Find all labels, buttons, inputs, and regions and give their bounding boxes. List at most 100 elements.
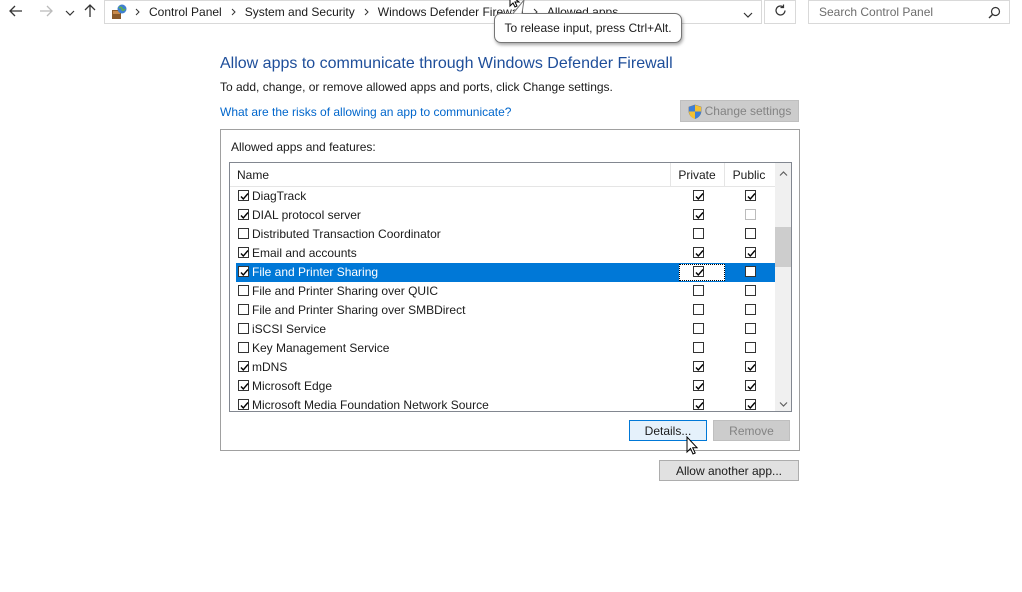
app-enabled-checkbox-box[interactable] bbox=[238, 285, 249, 296]
private-checkbox-box[interactable] bbox=[693, 361, 704, 372]
public-checkbox-box[interactable] bbox=[745, 266, 756, 277]
private-checkbox-box[interactable] bbox=[693, 323, 704, 334]
app-enabled-checkbox[interactable] bbox=[238, 323, 249, 334]
public-checkbox-box[interactable] bbox=[745, 209, 756, 220]
up-button[interactable] bbox=[80, 2, 100, 22]
app-row[interactable]: File and Printer Sharing over QUIC bbox=[230, 282, 775, 301]
public-checkbox[interactable] bbox=[745, 266, 756, 277]
vertical-scrollbar[interactable] bbox=[775, 163, 791, 411]
public-checkbox[interactable] bbox=[745, 285, 756, 296]
public-checkbox[interactable] bbox=[745, 209, 756, 220]
public-checkbox[interactable] bbox=[745, 247, 756, 258]
recent-locations-button[interactable] bbox=[60, 2, 80, 22]
app-enabled-checkbox[interactable] bbox=[238, 190, 249, 201]
app-enabled-checkbox-box[interactable] bbox=[238, 342, 249, 353]
risks-link[interactable]: What are the risks of allowing an app to… bbox=[220, 105, 511, 119]
app-enabled-checkbox[interactable] bbox=[238, 285, 249, 296]
private-checkbox[interactable] bbox=[693, 190, 704, 201]
public-checkbox[interactable] bbox=[745, 304, 756, 315]
app-row[interactable]: DIAL protocol server bbox=[230, 206, 775, 225]
forward-button[interactable] bbox=[36, 2, 56, 22]
address-dropdown-icon[interactable] bbox=[743, 7, 753, 21]
app-row[interactable]: File and Printer Sharing over SMBDirect bbox=[230, 301, 775, 320]
breadcrumb-separator[interactable] bbox=[364, 8, 369, 16]
app-enabled-checkbox[interactable] bbox=[238, 342, 249, 353]
app-row[interactable]: Email and accounts bbox=[230, 244, 775, 263]
app-enabled-checkbox-box[interactable] bbox=[238, 323, 249, 334]
app-enabled-checkbox[interactable] bbox=[238, 266, 249, 277]
private-checkbox-box[interactable] bbox=[693, 190, 704, 201]
public-checkbox-box[interactable] bbox=[745, 399, 756, 410]
private-checkbox-box[interactable] bbox=[693, 285, 704, 296]
app-enabled-checkbox-box[interactable] bbox=[238, 304, 249, 315]
public-checkbox[interactable] bbox=[745, 190, 756, 201]
search-input[interactable] bbox=[817, 4, 985, 20]
public-checkbox[interactable] bbox=[745, 380, 756, 391]
column-header-private[interactable]: Private bbox=[670, 163, 724, 186]
search-icon[interactable] bbox=[988, 6, 1001, 22]
search-box[interactable] bbox=[808, 0, 1010, 24]
app-enabled-checkbox-box[interactable] bbox=[238, 399, 249, 410]
private-checkbox-box[interactable] bbox=[693, 399, 704, 410]
app-enabled-checkbox-box[interactable] bbox=[238, 209, 249, 220]
app-enabled-checkbox[interactable] bbox=[238, 247, 249, 258]
app-row[interactable]: mDNS bbox=[230, 358, 775, 377]
back-button[interactable] bbox=[6, 2, 26, 22]
app-enabled-checkbox-box[interactable] bbox=[238, 380, 249, 391]
app-enabled-checkbox-box[interactable] bbox=[238, 266, 249, 277]
private-checkbox[interactable] bbox=[693, 304, 704, 315]
private-checkbox[interactable] bbox=[693, 380, 704, 391]
public-checkbox[interactable] bbox=[745, 342, 756, 353]
public-checkbox-box[interactable] bbox=[745, 247, 756, 258]
app-enabled-checkbox-box[interactable] bbox=[238, 361, 249, 372]
breadcrumb-separator[interactable] bbox=[231, 8, 236, 16]
public-checkbox[interactable] bbox=[745, 399, 756, 410]
public-checkbox-box[interactable] bbox=[745, 285, 756, 296]
app-row[interactable]: iSCSI Service bbox=[230, 320, 775, 339]
remove-button[interactable]: Remove bbox=[713, 420, 790, 441]
private-checkbox-box[interactable] bbox=[693, 266, 704, 277]
public-checkbox-box[interactable] bbox=[745, 304, 756, 315]
scroll-down-button[interactable] bbox=[775, 394, 791, 411]
private-checkbox-box[interactable] bbox=[693, 247, 704, 258]
private-checkbox-box[interactable] bbox=[693, 228, 704, 239]
scroll-up-button[interactable] bbox=[775, 163, 791, 180]
app-enabled-checkbox[interactable] bbox=[238, 399, 249, 410]
app-row[interactable]: Microsoft Edge bbox=[230, 377, 775, 396]
public-checkbox-box[interactable] bbox=[745, 228, 756, 239]
public-checkbox-box[interactable] bbox=[745, 323, 756, 334]
public-checkbox-box[interactable] bbox=[745, 361, 756, 372]
app-enabled-checkbox[interactable] bbox=[238, 361, 249, 372]
private-checkbox[interactable] bbox=[693, 399, 704, 410]
public-checkbox-box[interactable] bbox=[745, 380, 756, 391]
private-checkbox[interactable] bbox=[693, 228, 704, 239]
app-enabled-checkbox-box[interactable] bbox=[238, 247, 249, 258]
private-checkbox[interactable] bbox=[693, 209, 704, 220]
change-settings-button[interactable]: Change settings bbox=[680, 100, 799, 122]
allowed-apps-list[interactable]: Name Private Public DiagTrack DIAL protoc… bbox=[229, 162, 792, 412]
app-enabled-checkbox-box[interactable] bbox=[238, 190, 249, 201]
private-checkbox-box[interactable] bbox=[693, 342, 704, 353]
app-enabled-checkbox-box[interactable] bbox=[238, 228, 249, 239]
breadcrumb-system-and-security[interactable]: System and Security bbox=[245, 5, 355, 19]
public-checkbox[interactable] bbox=[745, 361, 756, 372]
app-row[interactable]: Key Management Service bbox=[230, 339, 775, 358]
private-checkbox[interactable] bbox=[693, 361, 704, 372]
app-enabled-checkbox[interactable] bbox=[238, 380, 249, 391]
private-checkbox[interactable] bbox=[693, 342, 704, 353]
private-checkbox[interactable] bbox=[693, 323, 704, 334]
public-checkbox-box[interactable] bbox=[745, 342, 756, 353]
app-row[interactable]: Distributed Transaction Coordinator bbox=[230, 225, 775, 244]
private-checkbox-box[interactable] bbox=[693, 380, 704, 391]
public-checkbox-box[interactable] bbox=[745, 190, 756, 201]
app-enabled-checkbox[interactable] bbox=[238, 209, 249, 220]
private-checkbox[interactable] bbox=[693, 247, 704, 258]
private-checkbox[interactable] bbox=[693, 285, 704, 296]
public-checkbox[interactable] bbox=[745, 323, 756, 334]
allow-another-app-button[interactable]: Allow another app... bbox=[659, 460, 799, 481]
app-row[interactable]: File and Printer Sharing bbox=[236, 263, 775, 282]
breadcrumb-separator[interactable] bbox=[135, 8, 140, 16]
column-header-public[interactable]: Public bbox=[724, 163, 774, 186]
private-checkbox-box[interactable] bbox=[693, 209, 704, 220]
private-checkbox-box[interactable] bbox=[693, 304, 704, 315]
